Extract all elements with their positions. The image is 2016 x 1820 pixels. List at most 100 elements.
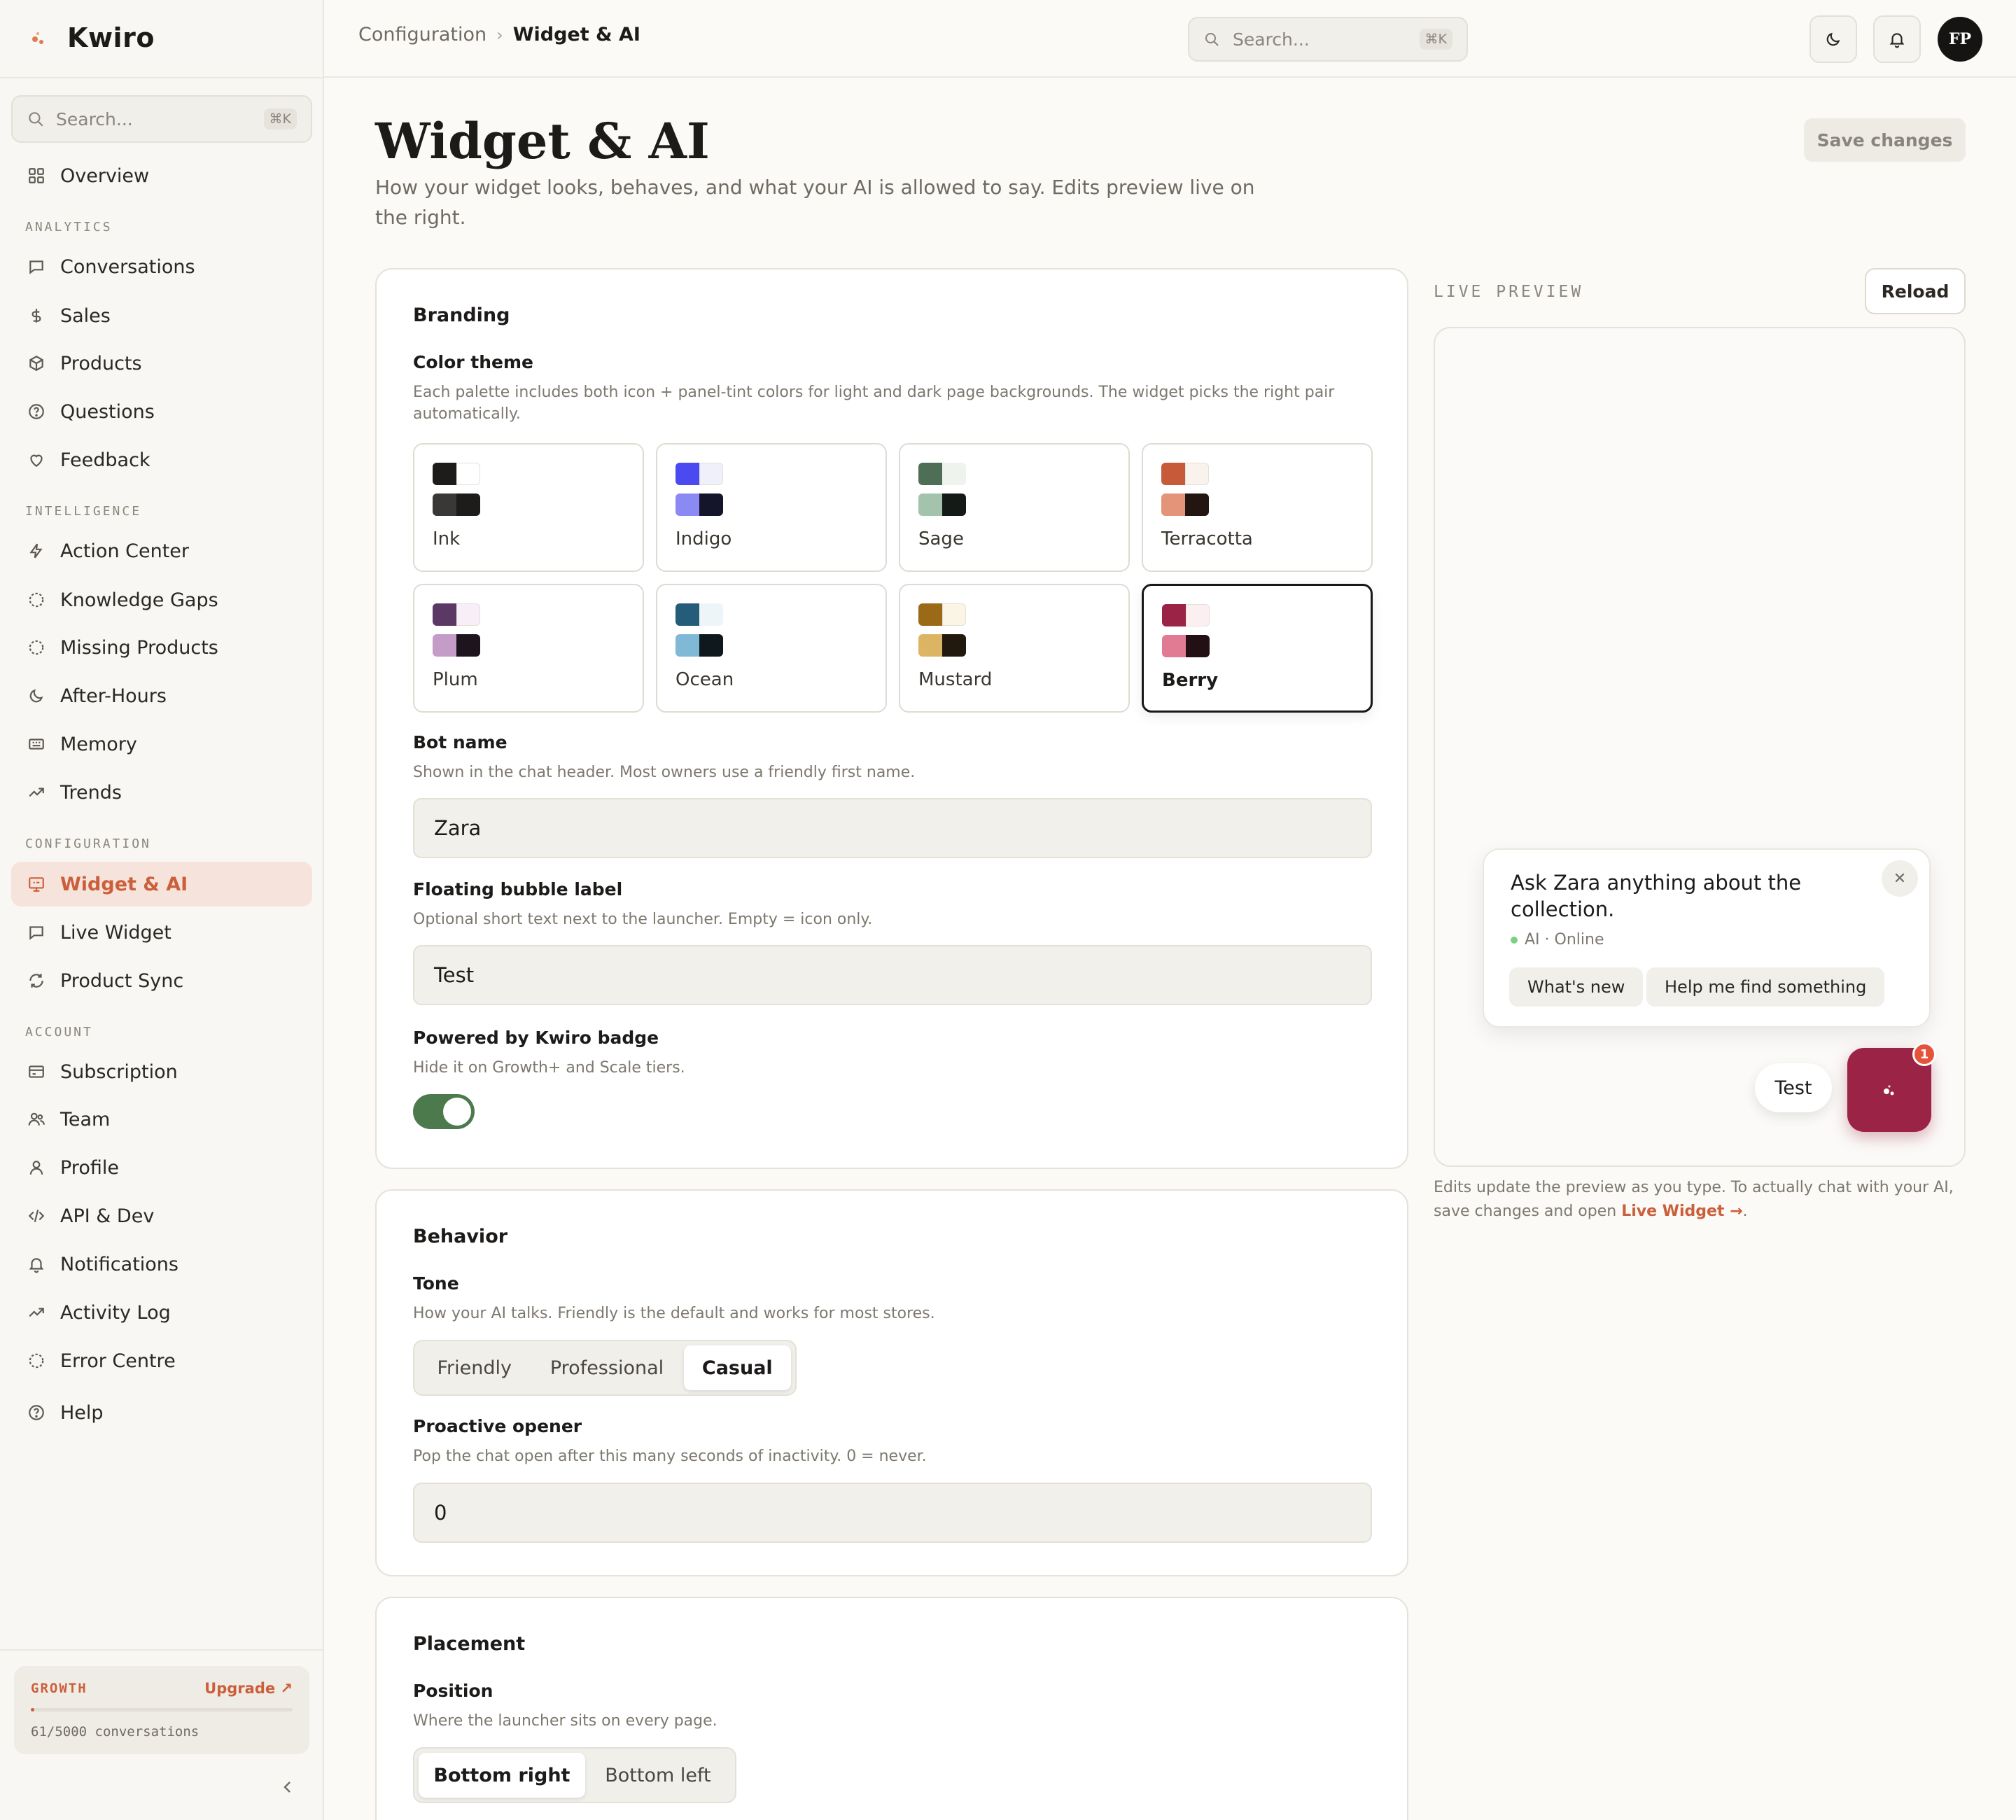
palette-color-chip	[456, 603, 480, 626]
color-theme-name: Berry	[1162, 670, 1219, 691]
question-icon	[27, 402, 46, 421]
tone-option-friendly[interactable]: Friendly	[419, 1345, 530, 1390]
divider	[0, 77, 323, 78]
behavior-card: Behavior Tone How your AI talks. Friendl…	[375, 1189, 1408, 1576]
reload-button[interactable]: Reload	[1865, 268, 1966, 314]
sidebar-item-sales[interactable]: Sales	[11, 293, 312, 338]
tone-option-casual[interactable]: Casual	[683, 1345, 791, 1390]
sidebar-item-notifications[interactable]: Notifications	[11, 1242, 312, 1287]
live-preview-label: LIVE PREVIEW	[1434, 283, 1584, 301]
color-theme-name: Plum	[433, 669, 478, 690]
quick-reply-help-find[interactable]: Help me find something	[1646, 967, 1885, 1007]
palette-color-chip	[699, 634, 723, 657]
launcher-bubble-label[interactable]: Test	[1755, 1063, 1832, 1112]
tone-option-professional[interactable]: Professional	[530, 1345, 683, 1390]
theme-toggle-button[interactable]	[1809, 15, 1857, 63]
sidebar-item-live-widget[interactable]: Live Widget	[11, 910, 312, 955]
bot-name-hint: Shown in the chat header. Most owners us…	[413, 764, 916, 781]
card-title: Placement	[413, 1633, 526, 1655]
online-status-dot	[1511, 936, 1518, 944]
bot-name-input[interactable]: Zara	[413, 798, 1372, 858]
sidebar-item-label: Product Sync	[60, 969, 184, 992]
live-widget-link[interactable]: Live Widget →	[1621, 1203, 1742, 1220]
palette-color-chip	[918, 634, 942, 657]
breadcrumb: Configuration › Widget & AI	[358, 24, 640, 46]
sidebar-item-questions[interactable]: Questions	[11, 389, 312, 434]
sidebar-item-memory[interactable]: Memory	[11, 722, 312, 766]
section-label-analytics: ANALYTICS	[25, 220, 113, 234]
palette-color-chip	[676, 463, 699, 485]
chat-status-text: AI · Online	[1525, 931, 1604, 948]
sidebar-search-input[interactable]: Search... ⌘K	[11, 95, 312, 143]
sidebar-item-conversations[interactable]: Conversations	[11, 244, 312, 289]
palette-color-chip	[433, 634, 456, 657]
sidebar-item-knowledge-gaps[interactable]: Knowledge Gaps	[11, 578, 312, 622]
sidebar-item-profile[interactable]: Profile	[11, 1145, 312, 1190]
sidebar-item-label: Subscription	[60, 1060, 178, 1083]
sidebar-item-widget-ai[interactable]: Widget & AI	[11, 862, 312, 906]
sidebar-item-error-centre[interactable]: Error Centre	[11, 1338, 312, 1383]
position-option-bottom-left[interactable]: Bottom left	[585, 1753, 731, 1798]
chat-greeting: Ask Zara anything about the collection.	[1511, 871, 1802, 921]
sidebar-item-overview[interactable]: Overview	[11, 153, 312, 198]
divider	[0, 1649, 323, 1651]
color-theme-option-mustard[interactable]: Mustard	[899, 584, 1130, 713]
save-changes-button[interactable]: Save changes	[1804, 118, 1966, 162]
bubble-label-input[interactable]: Test	[413, 945, 1372, 1005]
search-icon	[29, 112, 43, 127]
chat-status: AI · Online	[1511, 931, 1604, 948]
breadcrumb-configuration[interactable]: Configuration	[358, 24, 486, 46]
sidebar-item-activity-log[interactable]: Activity Log	[11, 1290, 312, 1335]
dollar-icon	[27, 306, 46, 326]
usage-progress-bar	[31, 1708, 293, 1712]
quick-reply-whats-new[interactable]: What's new	[1509, 967, 1644, 1007]
avatar[interactable]: FP	[1938, 17, 1982, 62]
trend-icon	[27, 1303, 46, 1322]
sidebar-item-feedback[interactable]: Feedback	[11, 438, 312, 482]
sidebar-item-label: Error Centre	[60, 1350, 176, 1372]
sidebar-item-api-dev[interactable]: API & Dev	[11, 1194, 312, 1238]
color-theme-option-plum[interactable]: Plum	[413, 584, 644, 713]
card-title: Branding	[413, 304, 510, 326]
close-chat-button[interactable]: ✕	[1882, 860, 1918, 897]
color-theme-option-ocean[interactable]: Ocean	[656, 584, 887, 713]
color-theme-name: Ocean	[676, 669, 734, 690]
sidebar-item-missing-products[interactable]: Missing Products	[11, 625, 312, 670]
sidebar-item-trends[interactable]: Trends	[11, 770, 312, 815]
user-icon	[27, 1158, 46, 1177]
proactive-opener-input[interactable]: 0	[413, 1483, 1372, 1543]
sidebar-item-after-hours[interactable]: After-Hours	[11, 673, 312, 718]
color-theme-option-berry[interactable]: Berry	[1142, 584, 1373, 713]
sidebar-item-label: Overview	[60, 164, 150, 187]
top-search-placeholder: Search...	[1233, 29, 1310, 50]
powered-badge-hint: Hide it on Growth+ and Scale tiers.	[413, 1059, 685, 1077]
branding-card: Branding Color theme Each palette includ…	[375, 268, 1408, 1169]
sidebar-item-team[interactable]: Team	[11, 1097, 312, 1142]
color-theme-option-sage[interactable]: Sage	[899, 443, 1130, 572]
color-theme-option-indigo[interactable]: Indigo	[656, 443, 887, 572]
upgrade-link[interactable]: Upgrade ↗	[204, 1680, 293, 1697]
color-theme-option-ink[interactable]: Ink	[413, 443, 644, 572]
sidebar-item-products[interactable]: Products	[11, 341, 312, 386]
notifications-button[interactable]	[1873, 15, 1921, 63]
heart-icon	[27, 450, 46, 470]
color-theme-name: Sage	[918, 528, 964, 550]
sidebar-item-help[interactable]: Help	[11, 1390, 312, 1435]
position-option-bottom-right[interactable]: Bottom right	[419, 1753, 585, 1798]
chat-preview-card: Ask Zara anything about the collection. …	[1483, 848, 1931, 1028]
top-search-input[interactable]: Search... ⌘K	[1188, 17, 1468, 62]
brand[interactable]: Kwiro	[28, 18, 155, 57]
collapse-sidebar-button[interactable]	[277, 1777, 298, 1798]
palette-color-chip	[1162, 604, 1186, 626]
powered-badge-toggle[interactable]	[413, 1094, 475, 1129]
trend-icon	[27, 783, 46, 802]
sidebar-item-label: Sales	[60, 304, 111, 327]
sidebar-item-subscription[interactable]: Subscription	[11, 1049, 312, 1094]
position-label: Position	[413, 1681, 493, 1701]
sidebar-item-action-center[interactable]: Action Center	[11, 528, 312, 573]
color-theme-label: Color theme	[413, 352, 534, 372]
question-icon	[27, 1403, 46, 1422]
palette-color-chip	[456, 493, 480, 516]
color-theme-option-terracotta[interactable]: Terracotta	[1142, 443, 1373, 572]
sidebar-item-product-sync[interactable]: Product Sync	[11, 958, 312, 1003]
